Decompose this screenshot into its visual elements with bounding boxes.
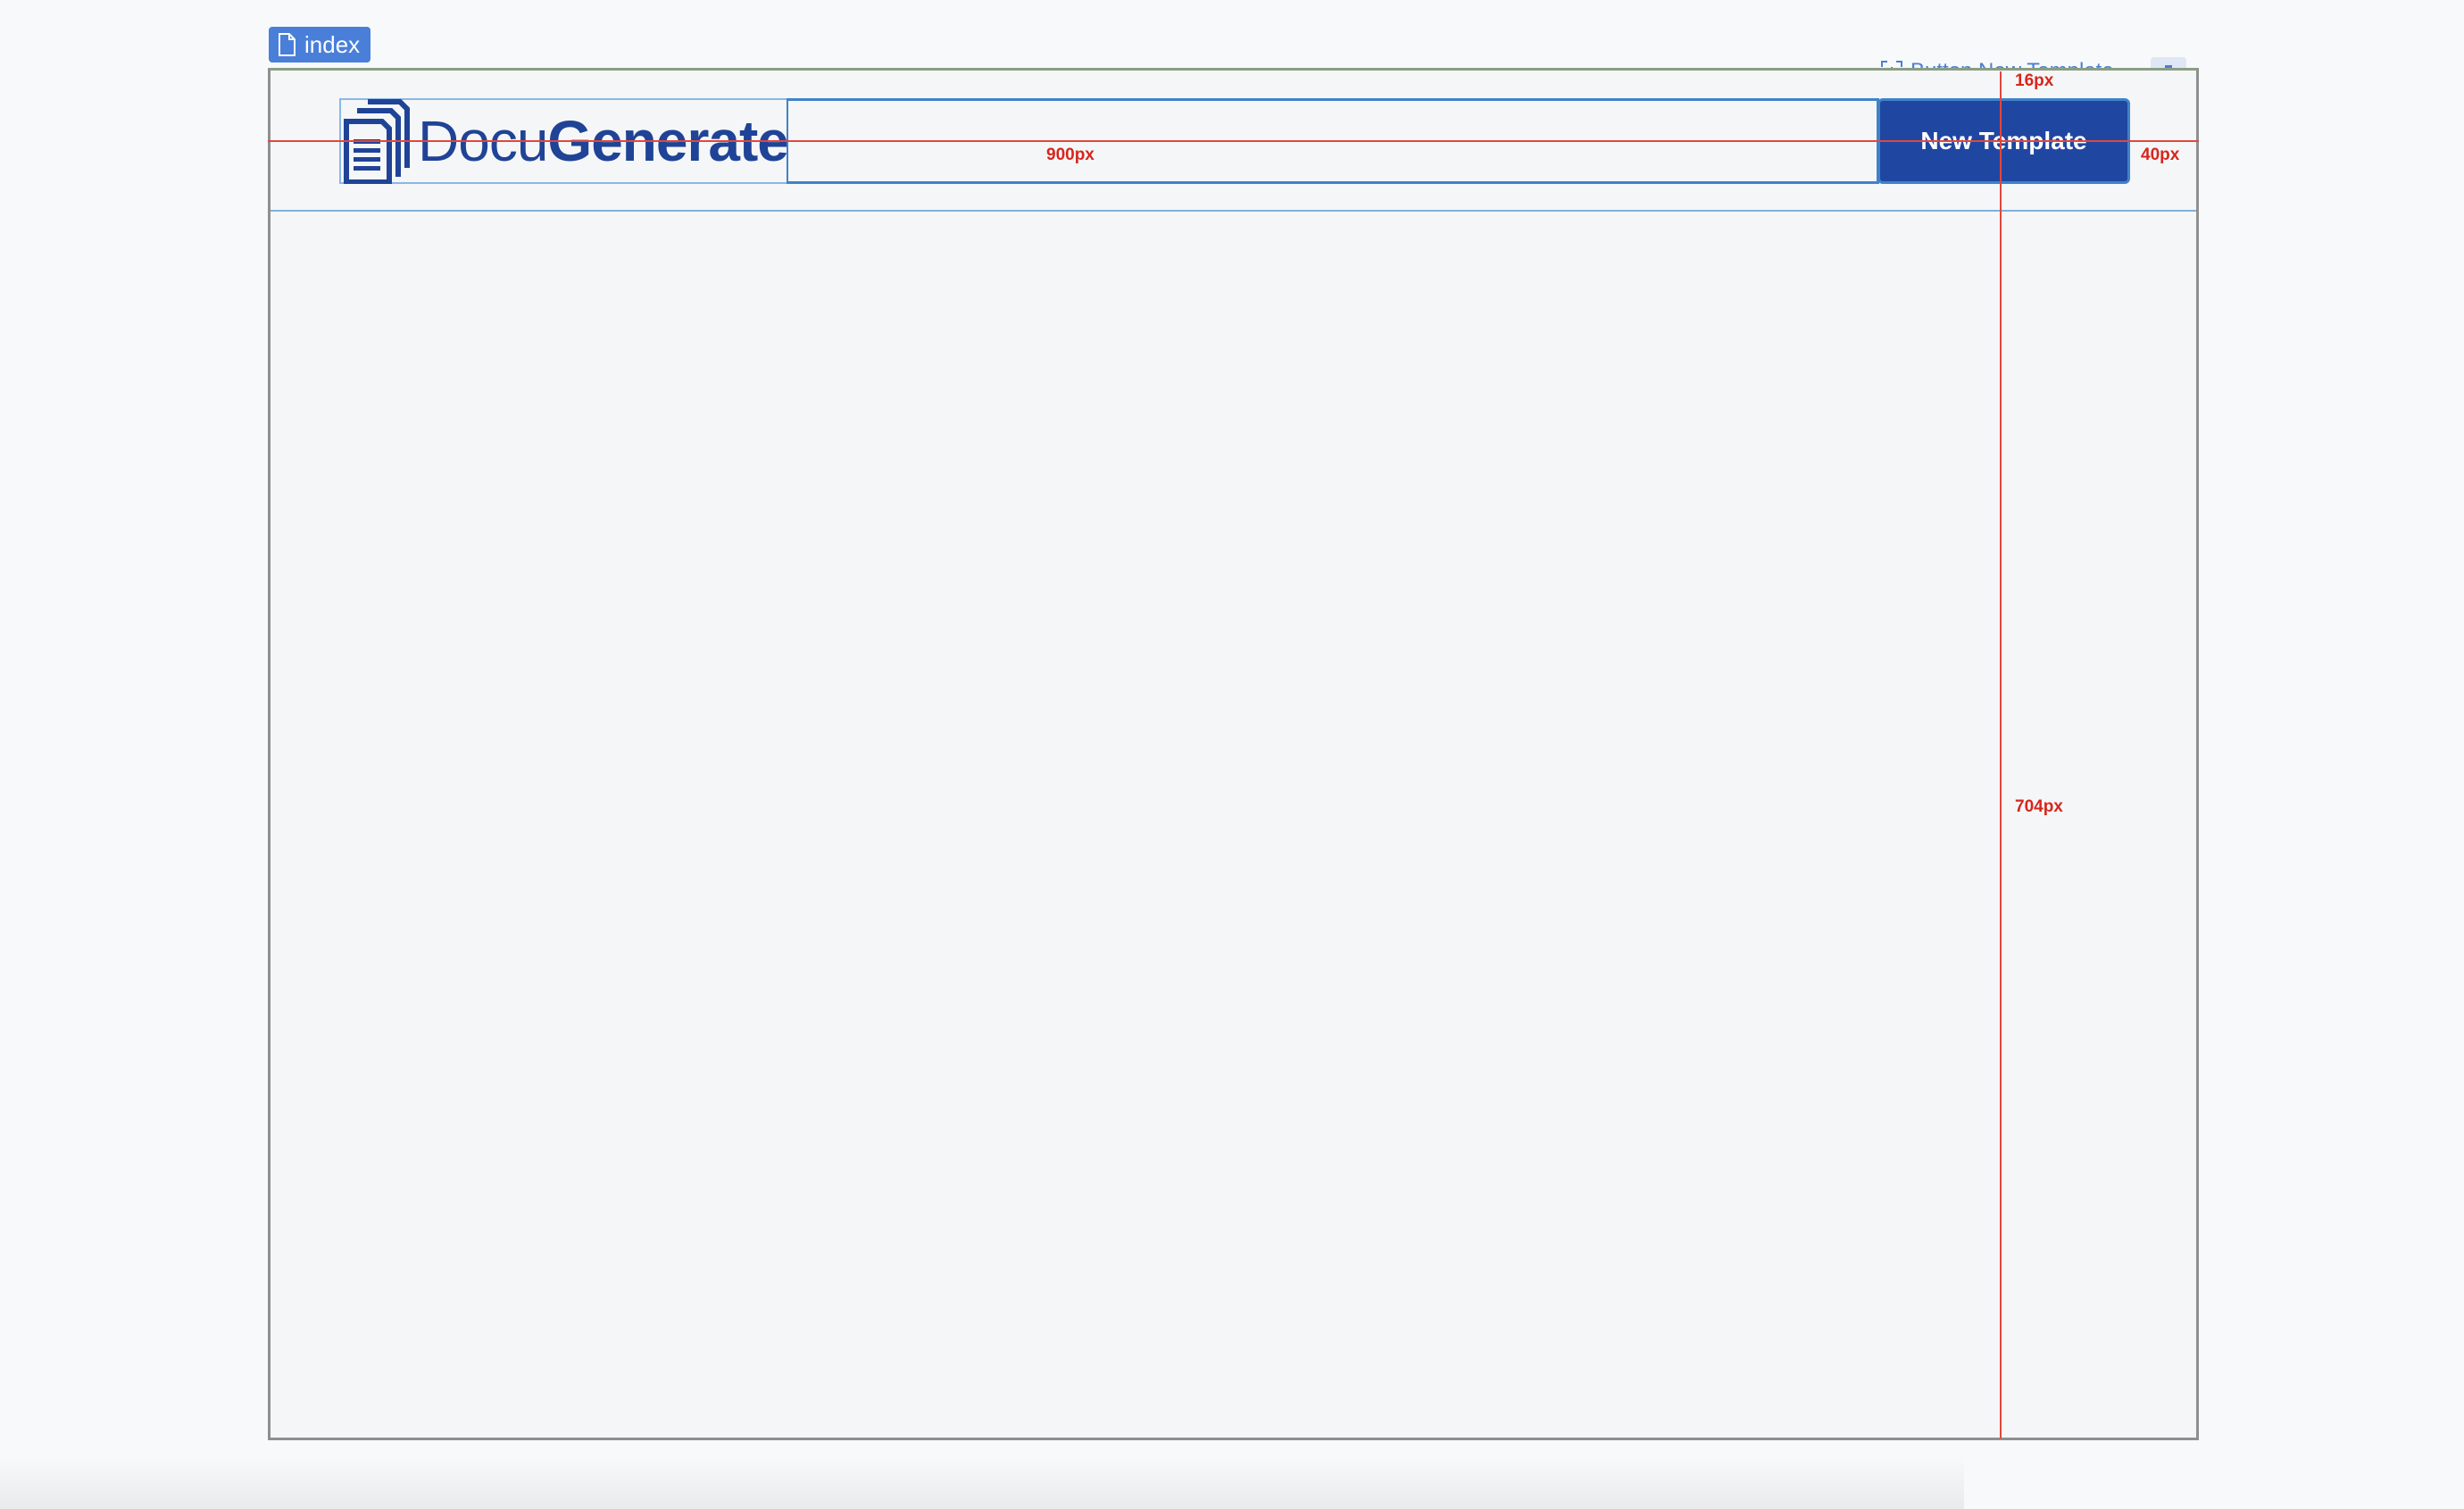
height-measurement: 704px xyxy=(2015,797,2063,816)
document-icon xyxy=(279,33,296,56)
horizontal-guide xyxy=(268,140,2199,142)
page-frame: DocuGenerate New Template xyxy=(268,68,2199,1440)
vertical-guide xyxy=(2000,71,2002,1438)
width-measurement: 900px xyxy=(1046,146,1095,164)
header-divider xyxy=(271,210,2196,212)
right-measurement: 40px xyxy=(2141,146,2180,164)
page-tab-index[interactable]: index xyxy=(269,27,371,63)
top-measurement: 16px xyxy=(2015,71,2054,90)
page-tab-label: index xyxy=(304,30,361,58)
bottom-shadow xyxy=(0,1455,1964,1509)
